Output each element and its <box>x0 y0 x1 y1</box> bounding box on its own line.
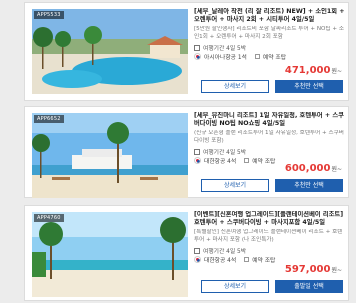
airline-text: 대한항공 4석 <box>204 258 237 264</box>
seat-icon <box>244 257 250 262</box>
calendar-icon <box>194 247 200 254</box>
trip-period: 여행기간 4일 5박 <box>194 246 346 255</box>
detail-button[interactable]: 상세보기 <box>201 80 269 93</box>
seat-icon <box>244 158 250 163</box>
product-title[interactable]: [이벤트][신혼여행 업그레이드][플랜테이션베이 리조트] 호텐투어 + 스쿠… <box>194 211 346 228</box>
product-code: APP5533 <box>34 11 64 19</box>
seat-icon <box>254 54 260 59</box>
price-unit: 원~ <box>331 267 342 274</box>
trip-period: 여행기간 4일 5박 <box>194 43 346 52</box>
product-card: APP5533 [세부_날레아 작전 (리 잘 리조트) NEW] + 소인1회… <box>24 2 349 101</box>
product-card: APP6652 [세부_뮤진마니 리조트] 1일 자유일정, 호텐투어 + 스쿠… <box>24 106 349 198</box>
calendar-icon <box>194 44 200 51</box>
product-photo-beach-palms[interactable]: APP4760 <box>32 212 188 297</box>
product-desc: [특별할인] 신혼여행 업그레이드 플랜테이션베이 리조트 + 호텐투어 + 마… <box>194 229 343 243</box>
seat-status: 예약 조탑 <box>252 258 276 264</box>
product-info: [세부_날레아 작전 (리 잘 리조트) NEW] + 소인1회 + 오렌투어 … <box>194 8 346 61</box>
calendar-icon <box>194 148 200 155</box>
detail-button[interactable]: 상세보기 <box>201 280 269 293</box>
product-price: 471,000원~ <box>285 65 342 76</box>
product-list: APP5533 [세부_날레아 작전 (리 잘 리조트) NEW] + 소인1회… <box>0 0 356 303</box>
product-desc: [5만원 할인행사] 리조트비 포함 날짜리조트 투어 + NO팁 + 소인1회… <box>194 26 344 40</box>
select-button[interactable]: 출발일 선택 <box>275 280 343 293</box>
airline-logo-icon <box>194 256 201 263</box>
product-info: [세부_뮤진마니 리조트] 1일 자유일정, 호텐투어 + 스쿠버다이빙 NO팁… <box>194 112 346 165</box>
seat-status: 예약 조탑 <box>252 159 276 165</box>
trip-period-text: 여행기간 4일 5박 <box>203 150 247 156</box>
product-desc: (신규 오픈형 플랜 리조트투어 1일 자유일정, 호텐투어 + 스쿠버다이빙 … <box>194 130 344 144</box>
product-code: APP4760 <box>34 214 64 222</box>
select-button[interactable]: 추천만 선택 <box>275 80 343 93</box>
airline-logo-icon <box>194 53 201 60</box>
airline-text: 아시아나항공 1석 <box>204 55 247 61</box>
select-button[interactable]: 추천만 선택 <box>275 179 343 192</box>
product-card: APP4760 [이벤트][신혼여행 업그레이드][플랜테이션베이 리조트] 호… <box>24 205 349 301</box>
airline-seat-row: 아시아나항공 1석 예약 조탑 <box>194 52 346 61</box>
airline-seat-row: 대한항공 4석 예약 조탑 <box>194 255 346 264</box>
price-unit: 원~ <box>331 166 342 173</box>
trip-period-text: 여행기간 4일 5박 <box>203 46 247 52</box>
beach-palms-image <box>32 212 188 297</box>
trip-period: 여행기간 4일 5박 <box>194 147 346 156</box>
price-value: 600,000 <box>284 163 331 174</box>
product-title[interactable]: [세부_뮤진마니 리조트] 1일 자유일정, 호텐투어 + 스쿠버다이빙 NO팁… <box>194 112 346 129</box>
product-price: 597,000원~ <box>285 264 342 275</box>
beach-resort-image <box>32 113 188 198</box>
product-photo-beach-resort[interactable]: APP6652 <box>32 113 188 198</box>
resort-pool-image <box>32 9 188 94</box>
product-photo-resort-pool[interactable]: APP5533 <box>32 9 188 94</box>
product-info: [이벤트][신혼여행 업그레이드][플랜테이션베이 리조트] 호텐투어 + 스쿠… <box>194 211 346 264</box>
price-value: 597,000 <box>284 264 331 275</box>
airline-text: 대한항공 4석 <box>204 159 237 165</box>
price-value: 471,000 <box>284 65 331 76</box>
price-unit: 원~ <box>331 68 342 75</box>
airline-logo-icon <box>194 157 201 164</box>
trip-period-text: 여행기간 4일 5박 <box>203 249 247 255</box>
product-price: 600,000원~ <box>285 163 342 174</box>
detail-button[interactable]: 상세보기 <box>201 179 269 192</box>
product-title[interactable]: [세부_날레아 작전 (리 잘 리조트) NEW] + 소인1회 + 오렌투어 … <box>194 8 346 25</box>
product-code: APP6652 <box>34 115 64 123</box>
seat-status: 예약 조탑 <box>262 55 287 61</box>
